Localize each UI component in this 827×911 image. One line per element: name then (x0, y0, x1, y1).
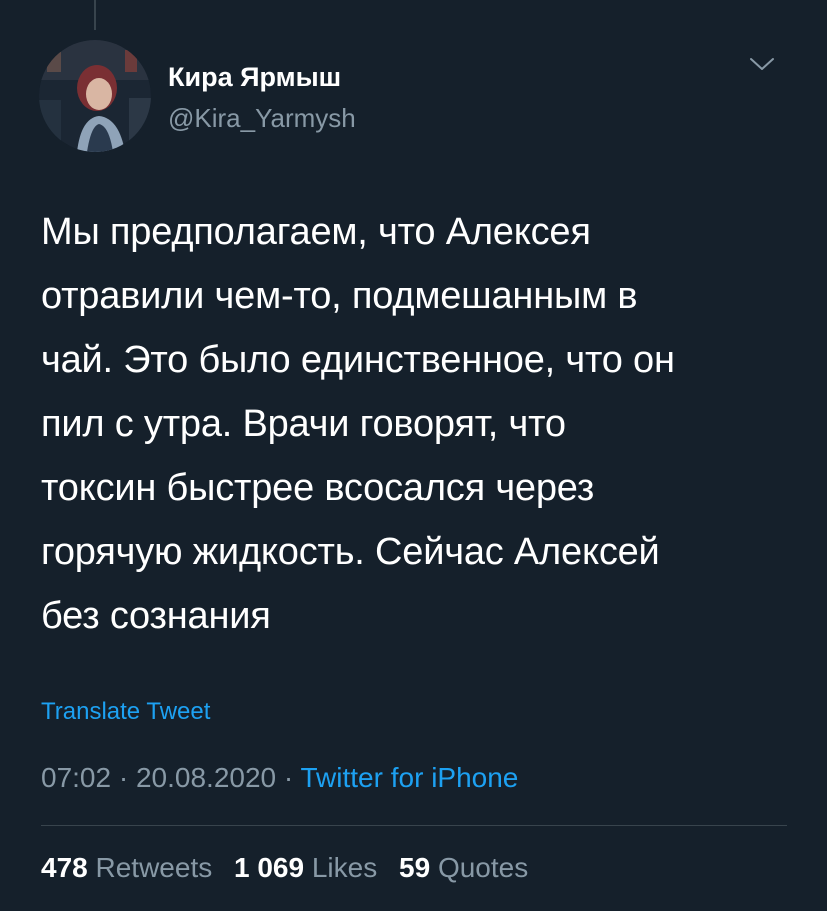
avatar-image (39, 40, 151, 152)
tweet-date[interactable]: 20.08.2020 (136, 762, 276, 793)
quotes-count: 59 (399, 852, 431, 883)
more-options-button[interactable] (748, 54, 776, 74)
tweet-stats: 478 Retweets 1 069 Likes 59 Quotes (41, 850, 542, 886)
retweets-stat[interactable]: 478 Retweets (41, 850, 212, 886)
quotes-label: Quotes (437, 852, 529, 883)
translate-tweet-link[interactable]: Translate Tweet (41, 697, 210, 727)
author-name[interactable]: Кира Ярмыш (168, 61, 341, 93)
avatar[interactable] (39, 40, 151, 152)
likes-stat[interactable]: 1 069 Likes (234, 850, 377, 886)
tweet-meta: 07:02 · 20.08.2020 · Twitter for iPhone (41, 760, 518, 796)
divider (41, 825, 787, 826)
tweet-source-link[interactable]: Twitter for iPhone (301, 762, 519, 793)
author-handle[interactable]: @Kira_Yarmysh (168, 102, 356, 134)
thread-connector-line (94, 0, 96, 30)
tweet-time[interactable]: 07:02 (41, 762, 111, 793)
likes-count: 1 069 (234, 852, 305, 883)
retweets-label: Retweets (95, 852, 213, 883)
retweets-count: 478 (41, 852, 88, 883)
tweet-text: Мы предполагаем, что Алексея отравили че… (41, 211, 675, 637)
likes-label: Likes (311, 852, 378, 883)
chevron-down-icon (750, 58, 774, 70)
quotes-stat[interactable]: 59 Quotes (399, 850, 528, 886)
meta-separator: · (283, 762, 294, 793)
meta-separator: · (118, 762, 129, 793)
